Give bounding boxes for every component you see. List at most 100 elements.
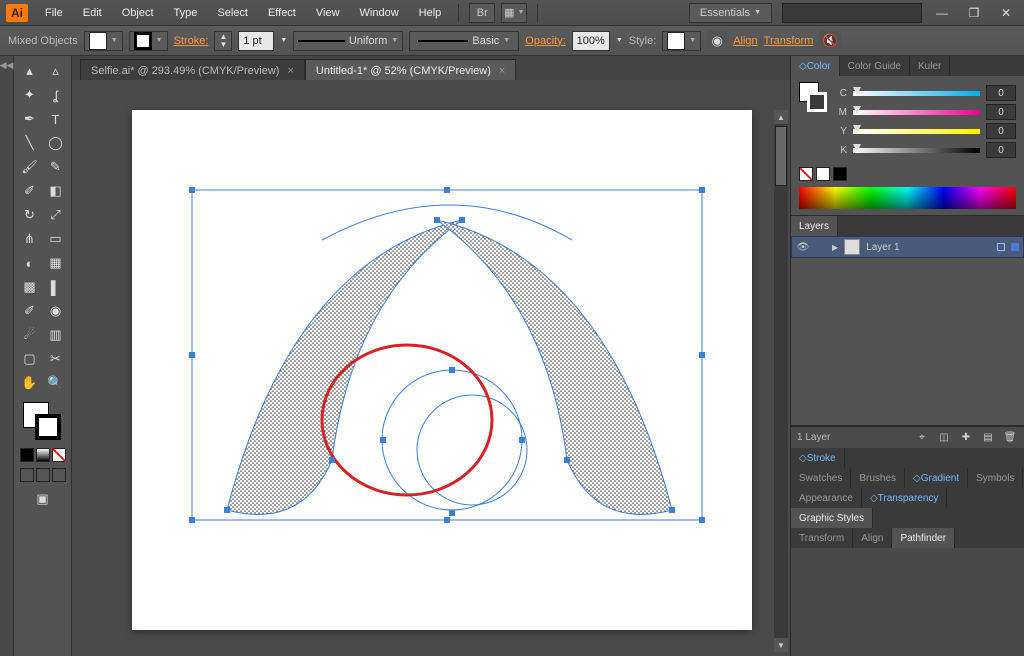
align-link[interactable]: Align bbox=[733, 35, 757, 47]
menu-help[interactable]: Help bbox=[410, 4, 451, 22]
document-tab[interactable]: Untitled-1* @ 52% (CMYK/Preview) × bbox=[305, 59, 516, 81]
symbol-sprayer-tool[interactable]: ☄ bbox=[18, 324, 42, 346]
blend-tool[interactable]: ◉ bbox=[44, 300, 68, 322]
magic-wand-tool[interactable]: ✦ bbox=[18, 84, 42, 106]
menu-type[interactable]: Type bbox=[165, 4, 207, 22]
search-input[interactable] bbox=[782, 3, 922, 23]
shape-builder-tool[interactable]: ◐ bbox=[18, 252, 42, 274]
tab-graphic-styles[interactable]: Graphic Styles bbox=[791, 508, 873, 528]
direct-selection-tool[interactable]: ▵ bbox=[44, 60, 68, 82]
graph-tool[interactable]: ▥ bbox=[44, 324, 68, 346]
eyedropper-tool[interactable]: ✐ bbox=[18, 300, 42, 322]
close-icon[interactable]: ✕ bbox=[994, 5, 1018, 21]
draw-normal[interactable] bbox=[20, 468, 34, 482]
tab-brushes[interactable]: Brushes bbox=[851, 468, 905, 488]
stroke-swatch[interactable]: ▼ bbox=[129, 31, 168, 51]
color-mode[interactable] bbox=[20, 448, 34, 462]
menu-file[interactable]: File bbox=[36, 4, 72, 22]
delete-layer-icon[interactable]: 🗑 bbox=[1002, 430, 1018, 446]
recolor-artwork-button[interactable]: ◉ bbox=[707, 31, 727, 51]
mesh-tool[interactable]: ▩ bbox=[18, 276, 42, 298]
hand-tool[interactable]: ✋ bbox=[18, 372, 42, 394]
paintbrush-tool[interactable]: 🖌 bbox=[18, 156, 42, 178]
expand-icon[interactable]: ▶ bbox=[832, 243, 838, 252]
arrange-docs-button[interactable]: ▦ bbox=[501, 3, 527, 23]
ellipse-tool[interactable]: ◯ bbox=[44, 132, 68, 154]
none-mode[interactable] bbox=[52, 448, 66, 462]
zoom-tool[interactable]: 🔍 bbox=[44, 372, 68, 394]
slice-tool[interactable]: ✂ bbox=[44, 348, 68, 370]
vertical-scrollbar[interactable]: ▲ ▼ bbox=[774, 110, 788, 652]
tab-swatches[interactable]: Swatches bbox=[791, 468, 851, 488]
stroke-indicator[interactable] bbox=[807, 92, 827, 112]
stroke-profile[interactable]: Uniform▼ bbox=[293, 31, 403, 51]
blob-brush-tool[interactable]: ✐ bbox=[18, 180, 42, 202]
tab-align[interactable]: Align bbox=[853, 528, 892, 548]
target-icon[interactable] bbox=[997, 243, 1005, 251]
opacity-label[interactable]: Opacity: bbox=[525, 35, 565, 47]
cmyk-c-slider[interactable] bbox=[853, 88, 980, 98]
tab-symbols[interactable]: Symbols bbox=[968, 468, 1023, 488]
layer-thumbnail[interactable] bbox=[844, 239, 860, 255]
tab-appearance[interactable]: Appearance bbox=[791, 488, 862, 508]
spectrum-picker[interactable] bbox=[799, 187, 1016, 209]
cmyk-c-value[interactable]: 0 bbox=[986, 85, 1016, 101]
white-swatch[interactable] bbox=[816, 167, 830, 181]
menu-object[interactable]: Object bbox=[113, 4, 163, 22]
pen-tool[interactable]: ✒ bbox=[18, 108, 42, 130]
draw-behind[interactable] bbox=[36, 468, 50, 482]
canvas[interactable]: ▲ ▼ bbox=[72, 80, 790, 656]
document-tab[interactable]: Selfie.ai* @ 293.49% (CMYK/Preview) × bbox=[80, 59, 305, 81]
layer-name[interactable]: Layer 1 bbox=[866, 242, 899, 253]
close-tab-icon[interactable]: × bbox=[499, 65, 505, 77]
locate-object-icon[interactable]: ⌖ bbox=[914, 430, 930, 446]
tab-pathfinder[interactable]: Pathfinder bbox=[892, 528, 955, 548]
stroke-swatch-box[interactable] bbox=[35, 414, 61, 440]
tab-layers[interactable]: Layers bbox=[791, 216, 838, 236]
scroll-up-icon[interactable]: ▲ bbox=[774, 110, 788, 124]
screen-mode[interactable]: ▣ bbox=[31, 488, 55, 510]
cmyk-y-slider[interactable] bbox=[853, 126, 980, 136]
black-swatch[interactable] bbox=[833, 167, 847, 181]
scroll-down-icon[interactable]: ▼ bbox=[774, 638, 788, 652]
pencil-tool[interactable]: ✎ bbox=[44, 156, 68, 178]
line-tool[interactable]: ╲ bbox=[18, 132, 42, 154]
cmyk-m-slider[interactable] bbox=[853, 107, 980, 117]
cmyk-y-value[interactable]: 0 bbox=[986, 123, 1016, 139]
gradient-mode[interactable] bbox=[36, 448, 50, 462]
menu-window[interactable]: Window bbox=[351, 4, 408, 22]
opacity-field[interactable]: 100% bbox=[572, 31, 610, 51]
transform-link[interactable]: Transform bbox=[764, 35, 814, 47]
bridge-button[interactable]: Br bbox=[469, 3, 495, 23]
selection-tool[interactable]: ▴ bbox=[18, 60, 42, 82]
eraser-tool[interactable]: ◧ bbox=[44, 180, 68, 202]
none-swatch[interactable] bbox=[799, 167, 813, 181]
tab-color-guide[interactable]: Color Guide bbox=[840, 56, 910, 76]
new-layer-icon[interactable]: ▤ bbox=[980, 430, 996, 446]
isolate-button[interactable]: 🔇 bbox=[819, 31, 841, 51]
layer-row[interactable]: 👁 ▶ Layer 1 bbox=[791, 236, 1024, 258]
free-transform-tool[interactable]: ▭ bbox=[44, 228, 68, 250]
artwork[interactable] bbox=[132, 110, 752, 630]
cmyk-k-value[interactable]: 0 bbox=[986, 142, 1016, 158]
tab-kuler[interactable]: Kuler bbox=[910, 56, 950, 76]
brush-definition[interactable]: Basic▼ bbox=[409, 31, 519, 51]
menu-effect[interactable]: Effect bbox=[259, 4, 305, 22]
draw-inside[interactable] bbox=[52, 468, 66, 482]
cmyk-m-value[interactable]: 0 bbox=[986, 104, 1016, 120]
fill-swatch[interactable]: ▼ bbox=[84, 31, 123, 51]
stroke-weight-field[interactable]: 1 pt bbox=[238, 31, 274, 51]
rotate-tool[interactable]: ↻ bbox=[18, 204, 42, 226]
tab-color[interactable]: ◇ Color bbox=[791, 56, 840, 76]
scroll-thumb[interactable] bbox=[775, 126, 787, 186]
tab-gradient[interactable]: ◇ Gradient bbox=[905, 468, 968, 488]
cmyk-k-slider[interactable] bbox=[853, 145, 980, 155]
tab-transform[interactable]: Transform bbox=[791, 528, 853, 548]
lasso-tool[interactable]: ʆ bbox=[44, 84, 68, 106]
width-tool[interactable]: ⋔ bbox=[18, 228, 42, 250]
graphic-style-swatch[interactable]: ▼ bbox=[662, 31, 701, 51]
type-tool[interactable]: T bbox=[44, 108, 68, 130]
artboard-tool[interactable]: ▢ bbox=[18, 348, 42, 370]
fill-stroke-control[interactable] bbox=[23, 402, 63, 442]
menu-select[interactable]: Select bbox=[208, 4, 257, 22]
